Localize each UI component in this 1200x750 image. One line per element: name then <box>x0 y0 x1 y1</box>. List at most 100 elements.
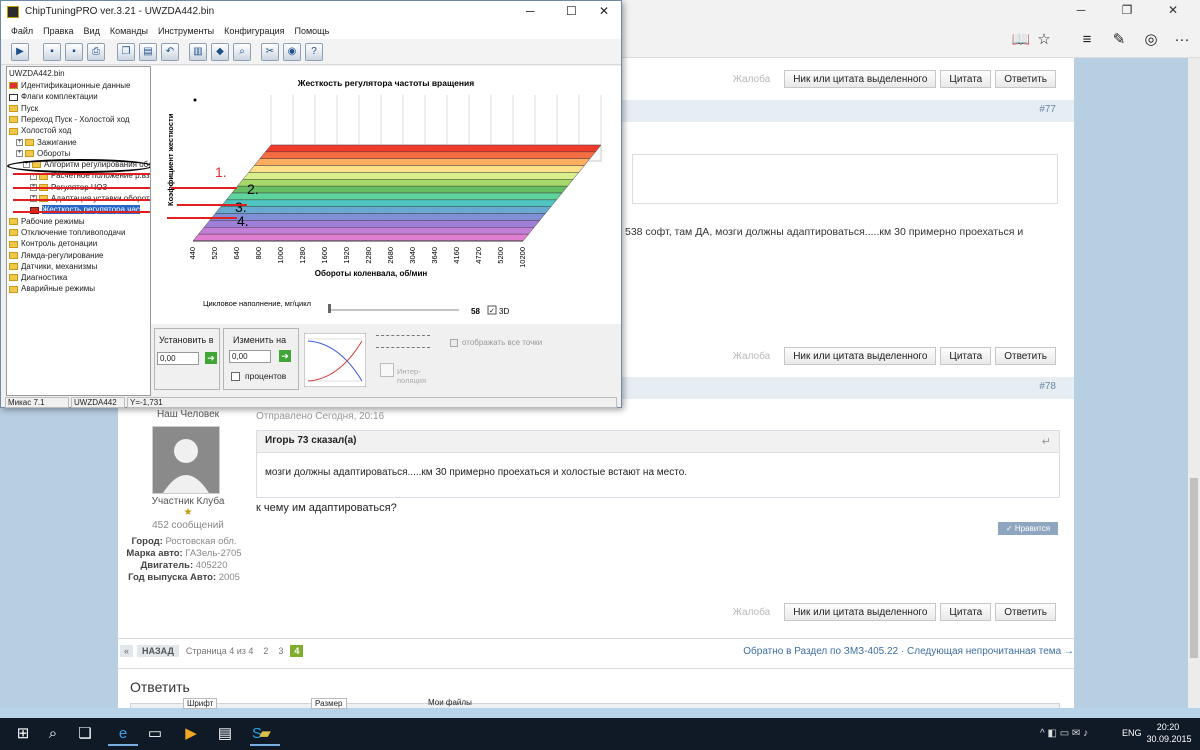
set-value-input[interactable]: 0,00 <box>157 352 199 365</box>
tree-item[interactable]: Лямда-регулирование <box>9 251 103 261</box>
edge-icon[interactable]: e <box>108 722 138 746</box>
copy-icon[interactable]: ❐ <box>117 43 135 61</box>
avatar[interactable] <box>152 426 220 494</box>
tree-item[interactable]: Рабочие режимы <box>9 217 85 227</box>
paste-icon[interactable]: ▤ <box>139 43 157 61</box>
task-view-icon[interactable]: ❏ <box>70 722 100 746</box>
tree-item[interactable]: + Зажигание <box>16 138 77 148</box>
clock-date[interactable]: 30.09.2015 <box>1144 734 1194 744</box>
quote-jump-icon[interactable]: ↵ <box>1042 435 1051 448</box>
tree-item[interactable]: Переход Пуск - Холостой ход <box>9 115 130 125</box>
tree-item[interactable]: Контроль детонации <box>9 239 97 249</box>
store-icon[interactable]: ▤ <box>210 722 240 746</box>
apply-set-icon[interactable]: ➔ <box>205 352 217 364</box>
hub-icon[interactable]: ≡ <box>1077 30 1097 50</box>
checksum-icon[interactable]: ◆ <box>211 43 229 61</box>
author-name[interactable]: Наш Человек <box>138 409 238 420</box>
clock-time[interactable]: 20:20 <box>1148 722 1188 732</box>
tree-item[interactable]: Датчики, механизмы <box>9 262 97 272</box>
quote-selected-button[interactable]: Ник или цитата выделенного <box>784 347 937 365</box>
chiptuning-task-icon[interactable]: ▰ <box>250 722 280 746</box>
quote-button[interactable]: Цитата <box>940 603 992 621</box>
tools-icon[interactable]: ✂ <box>261 43 279 61</box>
reply-button[interactable]: Ответить <box>995 603 1056 621</box>
tree-item-label: Рабочие режимы <box>21 216 85 226</box>
close-icon[interactable]: ✕ <box>1150 3 1196 21</box>
show-points-checkbox[interactable] <box>450 339 458 347</box>
font-select[interactable]: Шрифт <box>183 698 218 709</box>
menu-edit[interactable]: Правка <box>43 26 73 36</box>
expand-icon[interactable]: + <box>16 138 23 146</box>
close-icon[interactable]: ✕ <box>599 4 609 18</box>
expand-icon[interactable]: + <box>16 150 23 158</box>
reply-button[interactable]: Ответить <box>995 70 1056 88</box>
tree-item[interactable]: Флаги комплектации <box>9 92 98 102</box>
like-button[interactable]: ✓ Нравится <box>998 522 1058 535</box>
compare-icon[interactable]: ▥ <box>189 43 207 61</box>
nav-links[interactable]: Обратно в Раздел по ЗМЗ-405.22 · Следующ… <box>743 646 1074 657</box>
quote-selected-button[interactable]: Ник или цитата выделенного <box>784 603 937 621</box>
maximize-icon[interactable]: ☐ <box>566 4 577 18</box>
web-note-icon[interactable]: ✎ <box>1109 30 1129 50</box>
complaint-link[interactable]: Жалоба <box>733 607 770 618</box>
menu-tools[interactable]: Инструменты <box>158 26 214 36</box>
save-icon[interactable]: ▪ <box>43 43 61 61</box>
quote-button[interactable]: Цитата <box>940 347 992 365</box>
tree-item[interactable]: Аварийные режимы <box>9 284 95 294</box>
search-icon[interactable]: ⌕ <box>38 722 68 746</box>
menu-file[interactable]: Файл <box>11 26 33 36</box>
tree-root[interactable]: UWZDA442.bin <box>9 69 65 79</box>
explorer-icon[interactable]: ▭ <box>140 722 170 746</box>
change-value-input[interactable]: 0,00 <box>229 350 271 363</box>
menu-commands[interactable]: Команды <box>110 26 148 36</box>
menu-view[interactable]: Вид <box>84 26 100 36</box>
lang-indicator[interactable]: ENG <box>1122 728 1142 738</box>
scrollbar-thumb[interactable] <box>1190 478 1198 658</box>
open-icon[interactable]: ▶ <box>11 43 29 61</box>
tree-item[interactable]: + Обороты <box>16 149 70 159</box>
complaint-link[interactable]: Жалоба <box>733 74 770 85</box>
interp-graph-icon[interactable] <box>304 333 366 387</box>
reading-view-icon[interactable]: 📖 <box>1011 30 1031 50</box>
minimize-icon[interactable]: ─ <box>1058 3 1104 21</box>
size-select[interactable]: Размер <box>311 698 347 709</box>
apply-change-icon[interactable]: ➔ <box>279 350 291 362</box>
maximize-icon[interactable]: ❐ <box>1104 3 1150 21</box>
favorite-star-icon[interactable]: ☆ <box>1034 30 1054 50</box>
minimize-icon[interactable]: ─ <box>526 4 535 18</box>
scrollbar[interactable] <box>1188 58 1200 708</box>
save-as-icon[interactable]: ▪ <box>65 43 83 61</box>
search-icon[interactable]: ⌕ <box>233 43 251 61</box>
page-link-2[interactable]: 2 <box>260 646 271 656</box>
tree-item[interactable]: Холостой ход <box>9 126 71 136</box>
tree-item[interactable]: Пуск <box>9 104 38 114</box>
page-link-3[interactable]: 3 <box>275 646 286 656</box>
tree-item[interactable]: Идентификационные данные <box>9 81 131 91</box>
my-files-button[interactable]: Мои файлы <box>428 698 472 707</box>
back-button[interactable]: НАЗАД <box>137 645 179 657</box>
tray-icons[interactable]: ^ ◧ ▭ ✉ ♪ <box>1040 728 1088 739</box>
more-icon[interactable]: ··· <box>1172 30 1192 50</box>
start-icon[interactable]: ⊞ <box>8 722 38 746</box>
percent-checkbox[interactable] <box>231 372 240 381</box>
share-icon[interactable]: ◎ <box>1141 30 1161 50</box>
quote-selected-button[interactable]: Ник или цитата выделенного <box>784 70 937 88</box>
print-icon[interactable]: ⎙ <box>87 43 105 61</box>
undo-icon[interactable]: ↶ <box>161 43 179 61</box>
post-number[interactable]: #77 <box>1039 104 1056 115</box>
page-current[interactable]: 4 <box>290 645 304 657</box>
reply-button[interactable]: Ответить <box>995 347 1056 365</box>
tree-item[interactable]: Отключение топливоподачи <box>9 228 125 238</box>
quote-button[interactable]: Цитата <box>940 70 992 88</box>
media-icon[interactable]: ▶ <box>176 722 206 746</box>
menu-help[interactable]: Помощь <box>295 26 330 36</box>
menu-config[interactable]: Конфигурация <box>224 26 284 36</box>
help-icon[interactable]: ? <box>305 43 323 61</box>
first-page-icon[interactable]: « <box>120 645 134 657</box>
complaint-link[interactable]: Жалоба <box>733 351 770 362</box>
tree-item[interactable]: Диагностика <box>9 273 67 283</box>
device-icon[interactable]: ◉ <box>283 43 301 61</box>
post-number[interactable]: #78 <box>1039 381 1056 392</box>
like-label: Нравится <box>1014 524 1051 533</box>
interp-icon[interactable] <box>380 363 394 377</box>
